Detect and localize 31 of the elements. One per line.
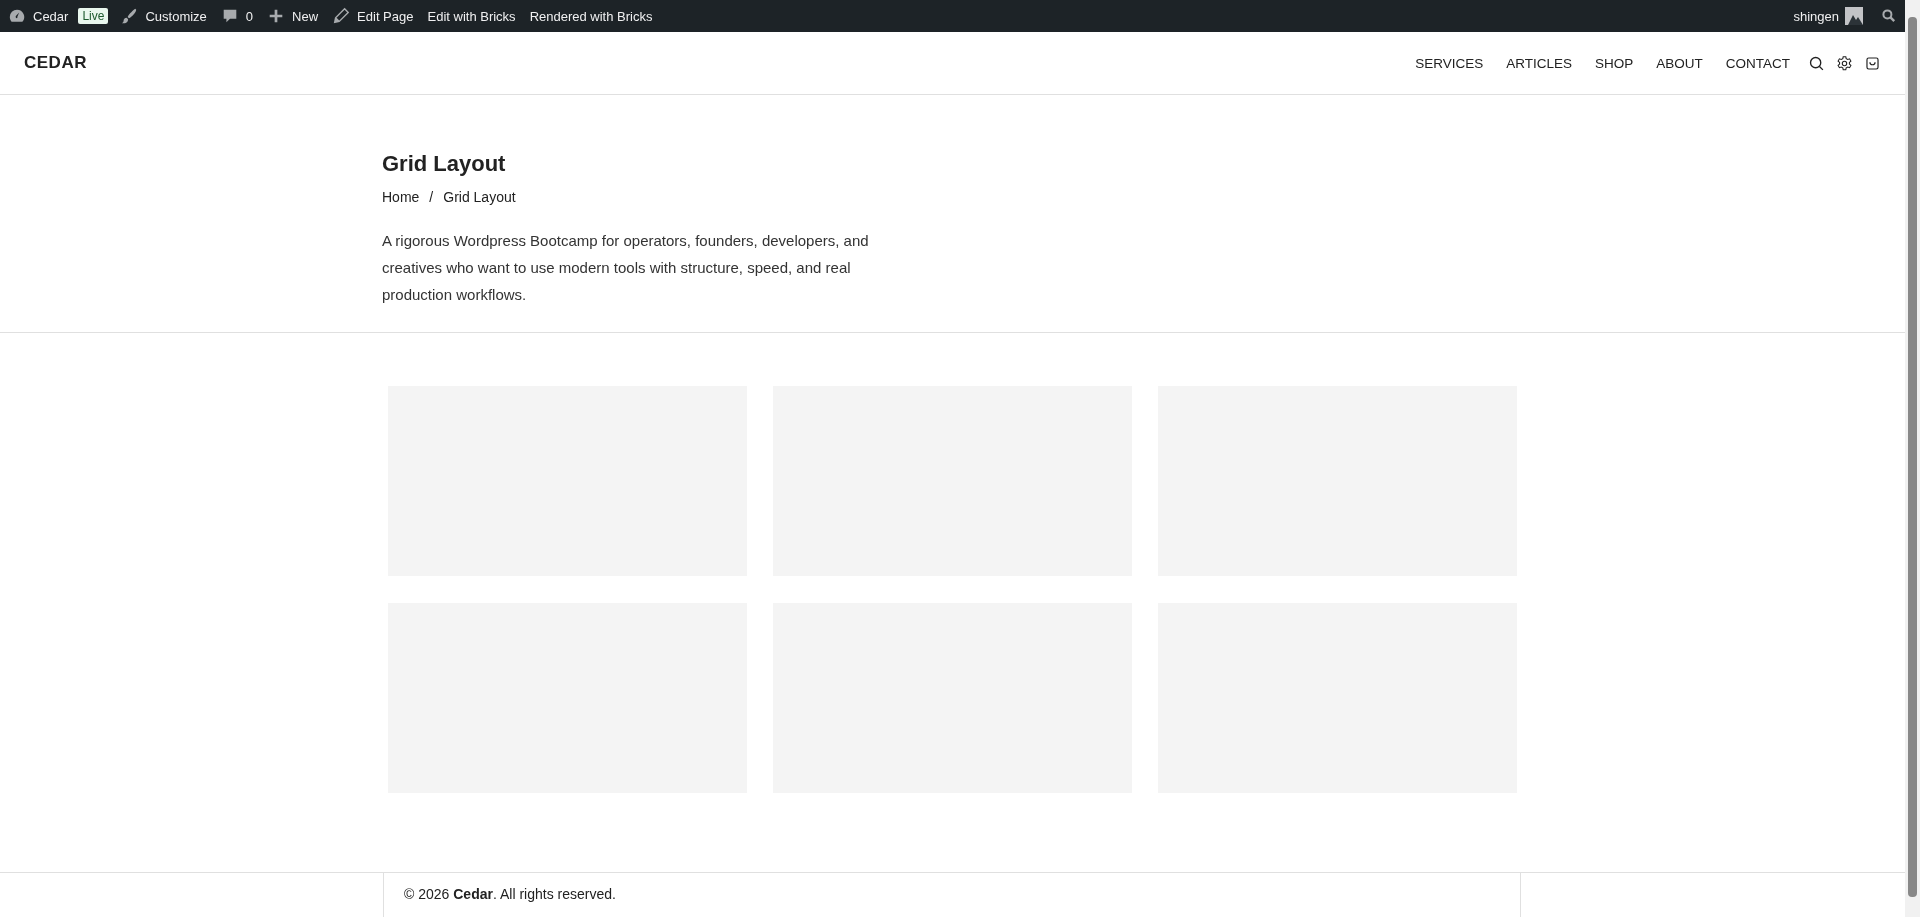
scrollbar[interactable]: [1905, 0, 1920, 917]
bag-icon[interactable]: [1864, 54, 1881, 72]
breadcrumb-link[interactable]: Home: [382, 189, 420, 205]
customize-link[interactable]: Customize: [120, 7, 207, 25]
nav-link[interactable]: ARTICLES: [1506, 55, 1572, 71]
brush-icon: [120, 7, 139, 25]
dashboard-icon: [8, 7, 26, 25]
nav-link[interactable]: CONTACT: [1725, 55, 1790, 71]
copyright-text: © 2026 Cedar. All rights reserved.: [404, 886, 616, 902]
breadcrumb-link[interactable]: Grid Layout: [443, 189, 516, 205]
settings-icon[interactable]: [1836, 54, 1853, 72]
scrollbar-thumb[interactable]: [1908, 17, 1917, 897]
page-title: Grid Layout: [382, 151, 507, 177]
site-menu[interactable]: Cedar: [8, 7, 69, 25]
nav-link[interactable]: SERVICES: [1415, 55, 1484, 71]
page-description: A rigorous Wordpress Bootcamp for operators, founders, developers, and creatives who want to use modern tools with structure, speed, and real production workflows.: [382, 231, 870, 305]
live-badge: Live: [78, 8, 109, 24]
search-icon[interactable]: [1808, 54, 1825, 72]
edit-page-link[interactable]: Edit Page: [332, 7, 414, 25]
new-link[interactable]: New: [267, 7, 319, 25]
breadcrumb-separator: /: [429, 189, 434, 205]
avatar-icon: [1845, 7, 1863, 25]
user-menu[interactable]: shingen: [1793, 8, 1839, 24]
site-logo[interactable]: CEDAR: [24, 53, 87, 73]
admin-bar-link[interactable]: Rendered with Bricks: [529, 8, 653, 24]
nav-link[interactable]: SHOP: [1594, 55, 1634, 71]
nav-link[interactable]: ABOUT: [1656, 55, 1703, 71]
search-icon[interactable]: [1881, 8, 1897, 24]
pencil-icon: [332, 7, 351, 25]
comments-link[interactable]: 0: [220, 7, 254, 25]
admin-bar-link[interactable]: Edit with Bricks: [427, 8, 516, 24]
